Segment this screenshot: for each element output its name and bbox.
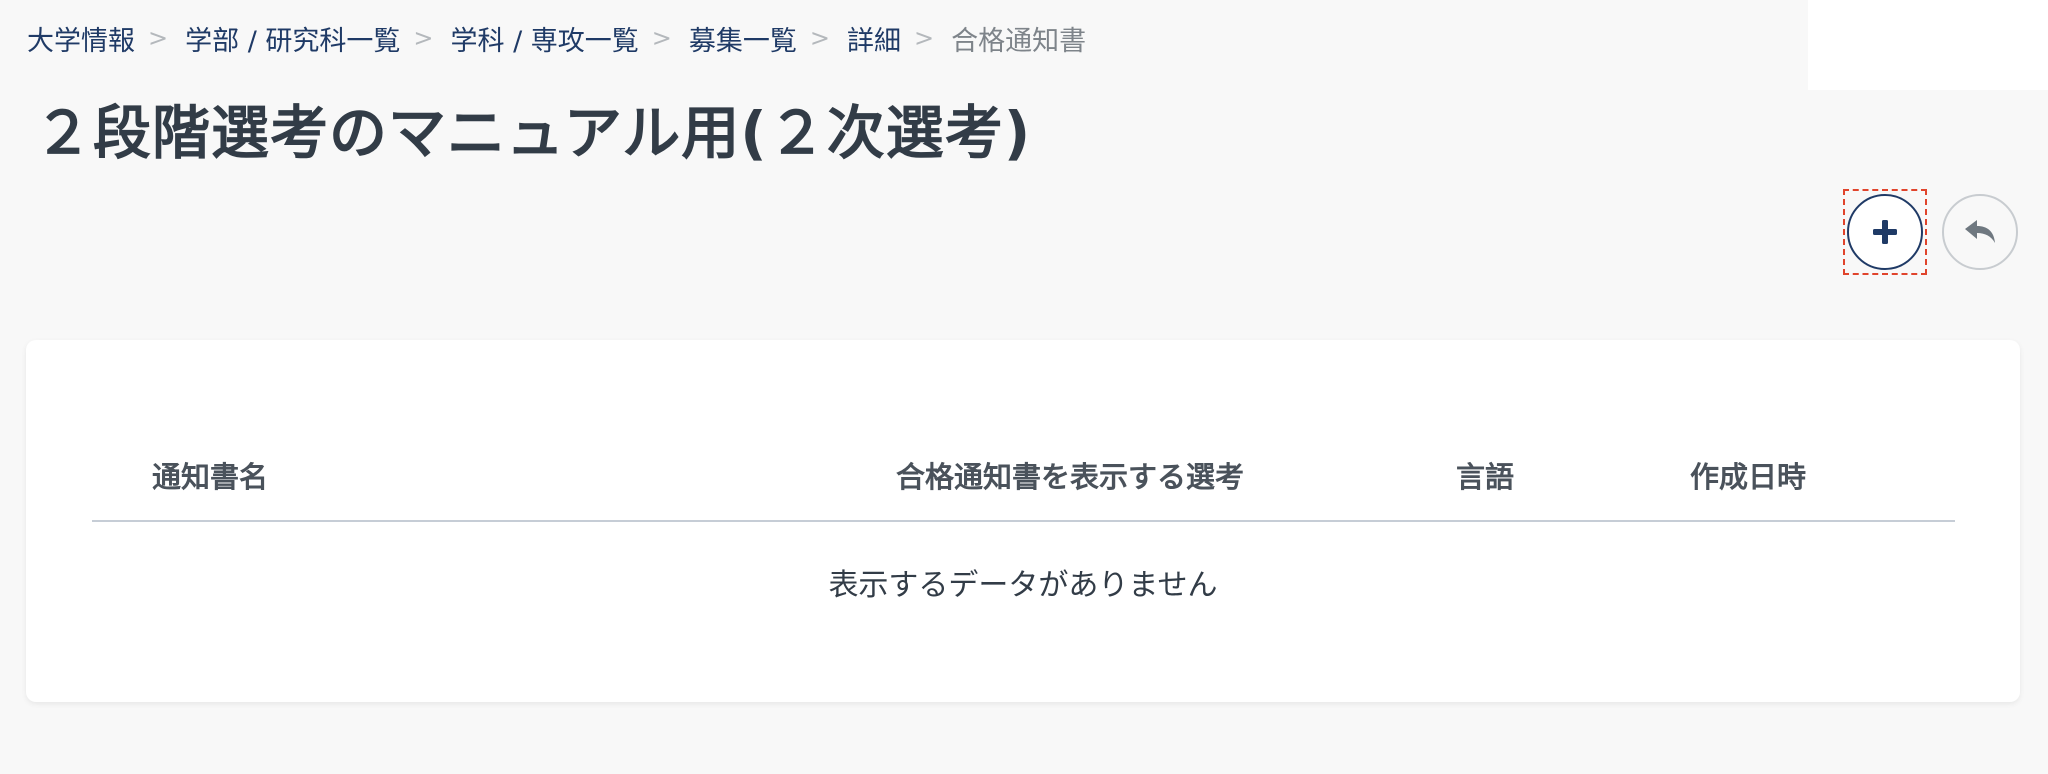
column-header-created-at: 作成日時 bbox=[1690, 460, 1807, 494]
column-header-notice-name: 通知書名 bbox=[152, 460, 269, 494]
empty-table-message: 表示するデータがありません bbox=[828, 568, 1218, 603]
top-right-blank-panel bbox=[1808, 0, 2048, 90]
breadcrumb-separator: > bbox=[913, 24, 935, 52]
breadcrumb-separator: > bbox=[413, 24, 434, 52]
reply-arrow-icon bbox=[1965, 220, 1995, 243]
add-button[interactable] bbox=[1847, 194, 1923, 270]
breadcrumb-separator: > bbox=[809, 24, 830, 52]
breadcrumb-item-university-info[interactable]: 大学情報 bbox=[27, 19, 135, 58]
breadcrumb-separator: > bbox=[148, 24, 169, 52]
breadcrumb-item-current: 合格通知書 bbox=[951, 25, 1087, 57]
column-header-selection: 合格通知書を表示する選考 bbox=[896, 460, 1245, 494]
breadcrumb-item-detail[interactable]: 詳細 bbox=[847, 19, 901, 58]
table-header-row: 通知書名 合格通知書を表示する選考 言語 作成日時 bbox=[92, 440, 1955, 522]
breadcrumb-item-faculty-list[interactable]: 学部 / 研究科一覧 bbox=[185, 19, 400, 58]
breadcrumb-item-department-list[interactable]: 学科 / 専攻一覧 bbox=[450, 19, 638, 58]
breadcrumb: 大学情報 > 学部 / 研究科一覧 > 学科 / 専攻一覧 > 募集一覧 > 詳… bbox=[27, 18, 1086, 58]
breadcrumb-separator: > bbox=[651, 24, 672, 52]
plus-icon bbox=[1873, 220, 1897, 244]
notification-table-card: 通知書名 合格通知書を表示する選考 言語 作成日時 表示するデータがありません bbox=[26, 340, 2020, 702]
back-button[interactable] bbox=[1942, 194, 2018, 270]
breadcrumb-item-recruitment-list[interactable]: 募集一覧 bbox=[689, 19, 797, 58]
column-header-language: 言語 bbox=[1456, 460, 1515, 494]
page-title: ２段階選考のマニュアル用(２次選考) bbox=[34, 99, 1032, 167]
